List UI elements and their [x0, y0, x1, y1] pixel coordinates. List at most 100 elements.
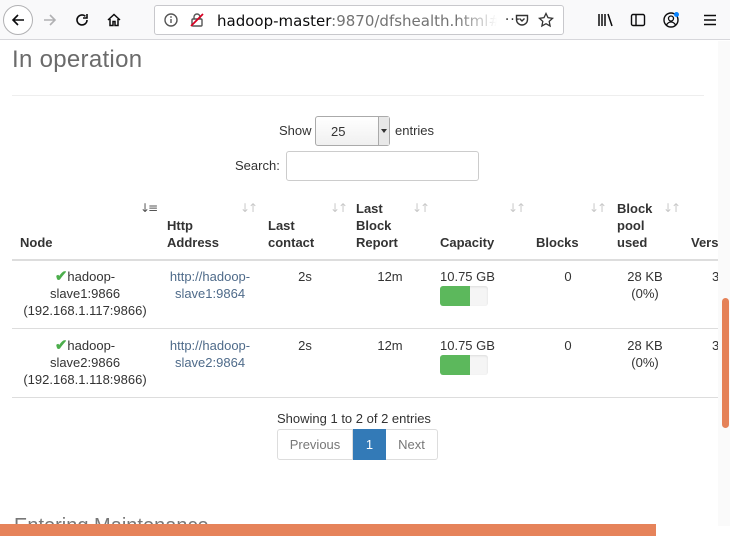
browser-toolbar: hadoop-master:9870/dfshealth.html# ···	[0, 0, 730, 40]
column-header-last-contact[interactable]: Last contact	[268, 217, 314, 251]
pool-used-value: 28 KB	[627, 338, 663, 353]
last-block-report: 12m	[377, 338, 403, 353]
next-button[interactable]: Next	[386, 429, 438, 460]
previous-button[interactable]: Previous	[277, 429, 353, 460]
back-arrow-icon	[11, 14, 24, 26]
reload-icon	[76, 14, 88, 26]
url-host: hadoop-master	[217, 12, 332, 30]
node-name: hadoop-	[67, 269, 116, 284]
block-pool-used: 28 KB (0%)	[617, 268, 673, 302]
home-icon	[107, 13, 121, 27]
header-line: Address	[167, 235, 220, 250]
node-name-line: slave1:9866	[49, 286, 121, 301]
url-bar[interactable]: hadoop-master:9870/dfshealth.html# ···	[154, 5, 564, 35]
node-name-line: slave2:9866	[49, 355, 121, 370]
account-button[interactable]	[656, 5, 686, 35]
column-header-last-block-report[interactable]: Last Block Report	[356, 200, 398, 251]
pagination-info: Showing 1 to 2 of 2 entries	[277, 411, 431, 426]
sort-icon[interactable]: ↓↑	[663, 201, 681, 215]
check-icon: ✔	[54, 337, 68, 354]
reload-button[interactable]	[67, 5, 97, 35]
header-line: Block	[617, 201, 653, 216]
info-icon[interactable]	[164, 13, 178, 27]
menu-button[interactable]	[695, 5, 725, 35]
last-block-report: 12m	[377, 269, 403, 284]
header-divider	[12, 259, 718, 261]
http-address-link[interactable]: http://hadoop- slave1:9864	[160, 268, 260, 302]
search-input[interactable]	[286, 151, 479, 181]
column-header-blocks[interactable]: Blocks	[536, 234, 579, 251]
entries-label: entries	[395, 123, 435, 138]
node-address: (192.168.1.117:9866)	[23, 303, 147, 318]
bookmark-star-icon[interactable]	[538, 12, 554, 28]
divider	[12, 95, 704, 96]
section-title: In operation	[12, 46, 143, 73]
pocket-icon[interactable]	[515, 13, 529, 27]
sort-icon[interactable]: ↓↑	[330, 201, 348, 215]
sidebar-icon	[630, 13, 646, 27]
link-line: slave1:9864	[174, 286, 246, 301]
header-line: Http	[167, 218, 193, 233]
home-button[interactable]	[99, 5, 129, 35]
node-name: hadoop-	[67, 338, 116, 353]
column-header-node[interactable]: Node	[20, 234, 53, 251]
row-divider	[12, 397, 718, 398]
column-header-http-address[interactable]: Http Address	[167, 217, 219, 251]
block-pool-used: 28 KB (0%)	[617, 337, 673, 371]
header-line: pool	[617, 218, 645, 233]
show-label: Show	[279, 123, 312, 138]
last-contact: 2s	[298, 338, 312, 353]
column-header-version[interactable]: Version	[691, 234, 718, 251]
link-line: slave2:9864	[174, 355, 246, 370]
sidebar-button[interactable]	[623, 5, 653, 35]
node-name-line: ✔hadoop-	[12, 268, 158, 285]
dropdown-arrow-icon	[378, 117, 389, 145]
capacity-bar	[440, 355, 488, 375]
blocks-count: 0	[564, 269, 572, 284]
header-line: Last	[356, 201, 383, 216]
account-icon	[663, 12, 679, 28]
forward-button[interactable]	[35, 5, 65, 35]
page-size-value: 25	[331, 124, 346, 139]
check-icon: ✔	[54, 268, 68, 285]
capacity-value: 10.75 GB	[440, 269, 495, 284]
page-size-select[interactable]: 25	[315, 116, 390, 146]
url-fade	[457, 6, 497, 34]
header-line: used	[617, 235, 648, 250]
link-line: http://hadoop-	[169, 338, 251, 353]
library-icon	[598, 13, 613, 27]
column-header-capacity[interactable]: Capacity	[440, 234, 494, 251]
page-1-button[interactable]: 1	[353, 429, 386, 460]
capacity-bar-fill	[440, 286, 470, 306]
header-line: Report	[356, 235, 398, 250]
node-cell: ✔hadoop- slave1:9866 (192.168.1.117:9866…	[12, 268, 158, 319]
pagination: Previous 1 Next	[277, 429, 438, 460]
sort-asc-icon[interactable]: ↓≡	[140, 201, 158, 215]
insecure-lock-icon[interactable]	[189, 12, 205, 28]
library-button[interactable]	[591, 5, 621, 35]
scrollbar-thumb[interactable]	[722, 298, 729, 428]
forward-arrow-icon	[44, 14, 57, 26]
row-divider	[12, 328, 718, 329]
hamburger-menu-icon	[704, 14, 716, 26]
sort-icon[interactable]: ↓↑	[589, 201, 607, 215]
vertical-scrollbar[interactable]	[718, 41, 730, 526]
last-contact: 2s	[298, 269, 312, 284]
capacity-bar-fill	[440, 355, 470, 375]
sort-icon[interactable]: ↓↑	[508, 201, 526, 215]
sort-icon[interactable]: ↓↑	[240, 201, 258, 215]
capacity-value: 10.75 GB	[440, 338, 495, 353]
header-line: Block	[356, 218, 392, 233]
http-address-link[interactable]: http://hadoop- slave2:9864	[160, 337, 260, 371]
node-cell: ✔hadoop- slave2:9866 (192.168.1.118:9866…	[12, 337, 158, 388]
link-line: http://hadoop-	[169, 269, 251, 284]
header-line: Last	[268, 218, 295, 233]
pool-used-percent: (0%)	[631, 355, 659, 370]
capacity-bar	[440, 286, 488, 306]
node-name-line: ✔hadoop-	[12, 337, 158, 354]
column-header-block-pool-used[interactable]: Block pool used	[617, 200, 652, 251]
back-button[interactable]	[3, 5, 33, 35]
sort-icon[interactable]: ↓↑	[412, 201, 430, 215]
bottom-accent-bar	[0, 524, 656, 536]
page-content: In operation Show 25 entries Search: ↓≡ …	[0, 41, 718, 536]
